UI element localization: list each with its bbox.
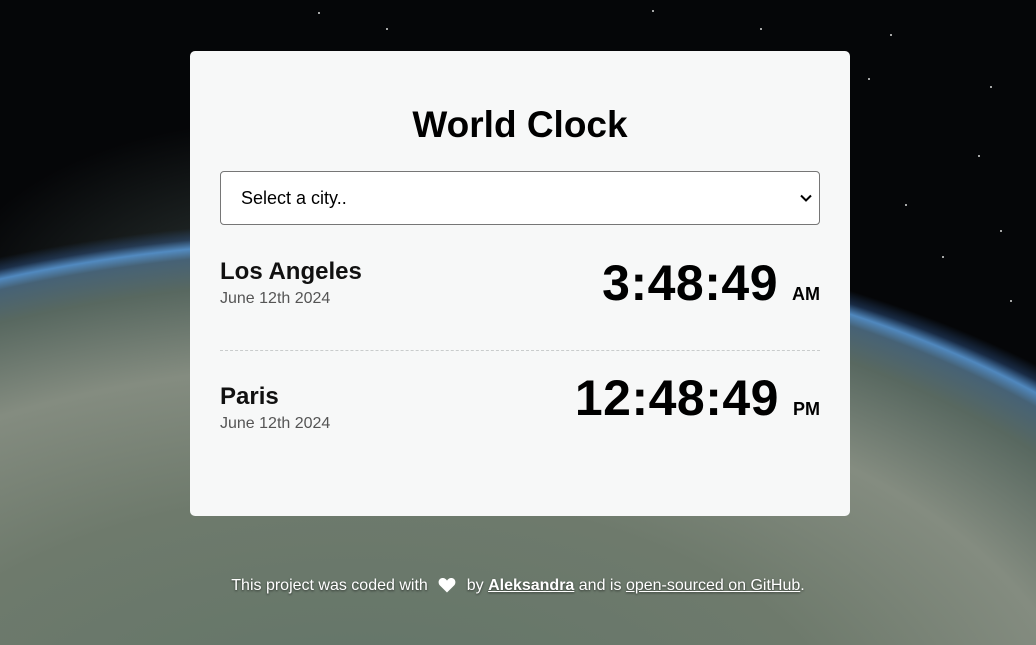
city-select[interactable]: Select a city.. [220,171,820,225]
star [905,204,907,206]
time-value: 12:48:49 [574,370,779,426]
star [318,12,320,14]
city-name: Los Angeles [220,258,362,285]
star [760,28,762,30]
author-link[interactable]: Aleksandra [488,577,574,594]
footer-suffix: . [800,577,805,594]
star [1010,300,1012,302]
city-time: 12:48:49 PM [575,370,820,426]
star [868,78,870,80]
page-title: World Clock [412,104,628,145]
time-period: PM [793,399,820,419]
footer-middle: and is [578,577,622,594]
star [978,155,980,157]
github-link[interactable]: open-sourced on GitHub [626,577,800,594]
star [1000,230,1002,232]
city-date: June 12th 2024 [220,415,331,432]
time-period: AM [792,284,820,304]
city-row-los-angeles: Los Angeles June 12th 2024 3:48:49 AM [220,255,820,351]
star [942,256,944,258]
city-row-paris: Paris June 12th 2024 12:48:49 PM [220,370,820,453]
city-date: June 12th 2024 [220,290,331,307]
star [386,28,388,30]
city-select-value: Select a city.. [241,187,347,208]
city-info: Los Angeles June 12th 2024 [220,258,362,309]
star [890,34,892,36]
city-time: 3:48:49 AM [602,255,820,311]
star [652,10,654,12]
world-clock-card: World Clock Select a city.. Los Angeles … [190,51,850,516]
footer-prefix: This project was coded with [231,577,428,594]
city-name: Paris [220,383,279,410]
heart-icon [438,577,456,598]
city-info: Paris June 12th 2024 [220,383,330,434]
time-value: 3:48:49 [602,255,778,311]
footer-by: by [466,577,484,594]
footer: This project was coded with by Aleksandr… [0,577,1036,598]
chevron-down-icon [799,191,813,205]
star [990,86,992,88]
